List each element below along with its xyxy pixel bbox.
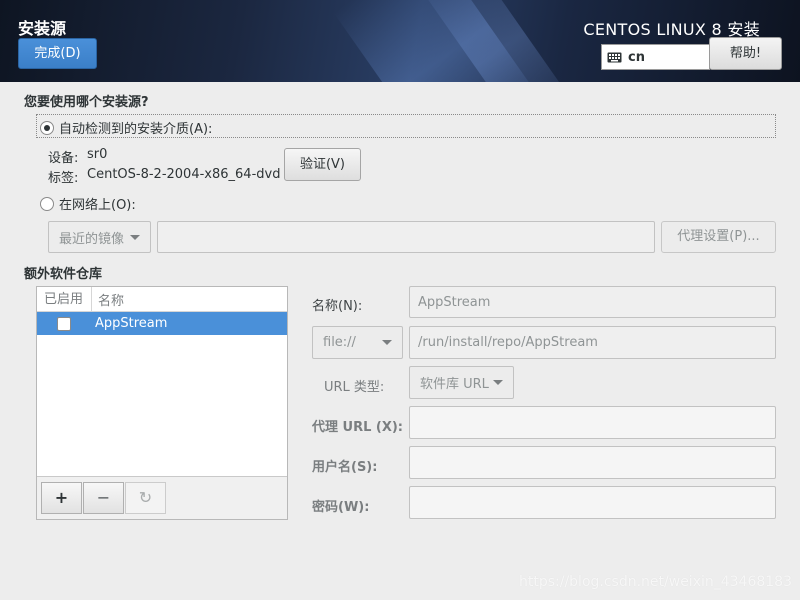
repo-name: AppStream xyxy=(95,316,168,331)
column-header-name[interactable]: 名称 xyxy=(92,290,124,309)
keyboard-layout-label: cn xyxy=(628,49,645,65)
network-option[interactable]: 在网络上(O): xyxy=(40,194,136,213)
chevron-down-icon xyxy=(493,380,503,385)
minus-icon: − xyxy=(96,488,111,507)
auto-media-label: 自动检测到的安装介质(A): xyxy=(59,122,213,137)
add-repo-button[interactable]: + xyxy=(41,482,82,514)
keyboard-layout-indicator[interactable]: cn xyxy=(601,44,710,70)
verify-button[interactable]: 验证(V) xyxy=(284,148,361,181)
url-type-combo-label: 软件库 URL xyxy=(420,377,489,392)
mirror-combo[interactable]: 最近的镜像 xyxy=(48,221,151,253)
url-type-label: URL 类型: xyxy=(324,380,385,395)
keyboard-icon xyxy=(607,52,622,62)
page-title: 安装源 xyxy=(18,19,67,38)
url-type-combo[interactable]: 软件库 URL xyxy=(409,366,514,399)
refresh-repo-button[interactable]: ↻ xyxy=(125,482,166,514)
network-label: 在网络上(O): xyxy=(59,198,136,213)
network-url-input[interactable] xyxy=(157,221,655,253)
repo-list-header: 已启用 名称 xyxy=(37,286,287,312)
plus-icon: + xyxy=(54,488,69,507)
watermark: https://blog.csdn.net/weixin_43468183 xyxy=(518,574,792,590)
network-radio[interactable] xyxy=(40,196,54,211)
proxy-settings-button[interactable]: 代理设置(P)... xyxy=(661,221,776,253)
protocol-combo-label: file:// xyxy=(323,335,356,350)
header-bar: 安装源 完成(D) CENTOS LINUX 8 安装 cn 帮助! xyxy=(0,0,800,82)
repo-list: 已启用 名称 AppStream + − ↻ xyxy=(36,286,288,520)
protocol-combo[interactable]: file:// xyxy=(312,326,403,359)
column-header-enabled[interactable]: 已启用 xyxy=(37,286,92,312)
repo-toolbar: + − ↻ xyxy=(37,476,287,519)
done-button[interactable]: 完成(D) xyxy=(18,38,97,69)
username-label: 用户名(S): xyxy=(312,460,378,475)
proxy-url-input[interactable] xyxy=(409,406,776,439)
remove-repo-button[interactable]: − xyxy=(83,482,124,514)
proxy-url-label: 代理 URL (X): xyxy=(312,420,404,435)
chevron-down-icon xyxy=(130,234,140,240)
refresh-icon: ↻ xyxy=(138,488,153,507)
tag-label: 标签: xyxy=(48,171,79,186)
tag-value: CentOS-8-2-2004-x86_64-dvd xyxy=(87,167,281,182)
password-label: 密码(W): xyxy=(312,500,370,515)
auto-media-option[interactable]: 自动检测到的安装介质(A): xyxy=(40,118,212,137)
device-label: 设备: xyxy=(48,151,79,166)
additional-repos-title: 额外软件仓库 xyxy=(24,267,103,282)
repo-url-input[interactable]: /run/install/repo/AppStream xyxy=(409,326,776,359)
auto-media-radio[interactable] xyxy=(40,120,54,135)
help-button[interactable]: 帮助! xyxy=(709,37,782,70)
repo-row[interactable]: AppStream xyxy=(37,312,287,335)
username-input[interactable] xyxy=(409,446,776,479)
repo-name-input[interactable]: AppStream xyxy=(409,286,776,318)
repo-name-label: 名称(N): xyxy=(312,299,363,314)
chevron-down-icon xyxy=(382,340,392,345)
repo-enabled-checkbox[interactable] xyxy=(57,316,71,331)
password-input[interactable] xyxy=(409,486,776,519)
mirror-combo-label: 最近的镜像 xyxy=(59,231,125,247)
source-question: 您要使用哪个安装源? xyxy=(24,95,149,110)
device-value: sr0 xyxy=(87,147,108,162)
